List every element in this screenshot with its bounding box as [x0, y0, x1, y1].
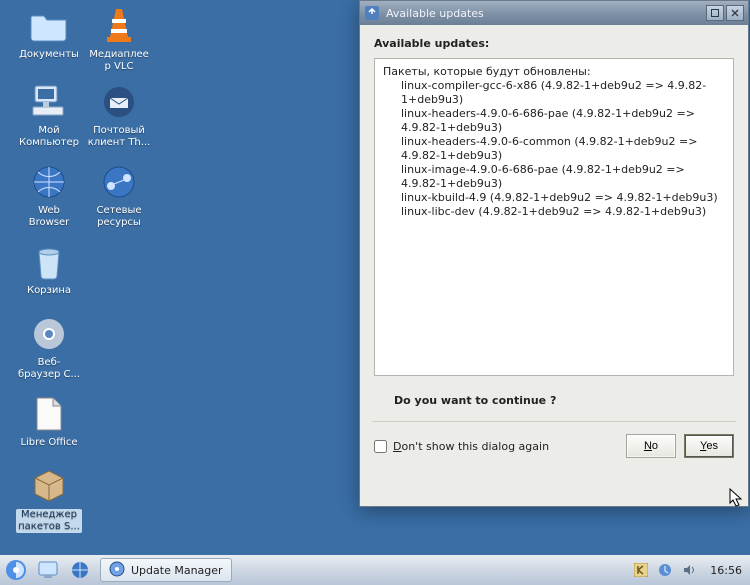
taskbar: Update Manager 16:56: [0, 555, 750, 585]
window-app-icon: [364, 5, 380, 21]
desktop-icon-label: Корзина: [16, 285, 82, 297]
dialog-footer: Don't show this dialog again No Yes: [374, 434, 734, 458]
mail-icon: [99, 82, 139, 122]
yes-button[interactable]: Yes: [684, 434, 734, 458]
chromium-icon: [29, 314, 69, 354]
desktop-icon-label: Веб-браузер С...: [16, 357, 82, 381]
confirm-question: Do you want to continue ?: [394, 394, 734, 407]
taskbar-clock[interactable]: 16:56: [702, 564, 750, 577]
desktop-icon-label: WebBrowser: [16, 205, 82, 229]
tray-updates-icon[interactable]: [656, 561, 674, 579]
package-list-header: Пакеты, которые будут обновлены:: [383, 65, 725, 79]
package-list[interactable]: Пакеты, которые будут обновлены: linux-c…: [374, 58, 734, 376]
taskbar-task-update-manager[interactable]: Update Manager: [100, 558, 232, 582]
disc-icon: [109, 561, 125, 580]
desktop-icon-webbrowser[interactable]: WebBrowser: [16, 162, 82, 229]
window-title: Available updates: [386, 7, 704, 20]
dialog-body: Available updates: Пакеты, которые будут…: [360, 25, 748, 506]
desktop-icon-label: МойКомпьютер: [16, 125, 82, 149]
list-item: linux-kbuild-4.9 (4.9.82-1+deb9u2 => 4.9…: [383, 191, 725, 205]
taskbar-task-label: Update Manager: [131, 564, 223, 577]
list-item: linux-headers-4.9.0-6-common (4.9.82-1+d…: [383, 135, 725, 163]
desktop-icon-libreoffice[interactable]: Libre Office: [16, 394, 82, 449]
dont-show-checkbox[interactable]: [374, 440, 387, 453]
desktop-icon-label: Libre Office: [16, 437, 82, 449]
no-button[interactable]: No: [626, 434, 676, 458]
desktop-icon-label: Документы: [16, 49, 82, 61]
document-icon: [29, 394, 69, 434]
vlc-cone-icon: [99, 6, 139, 46]
network-icon: [99, 162, 139, 202]
list-item: linux-libc-dev (4.9.82-1+deb9u2 => 4.9.8…: [383, 205, 725, 219]
desktop-icon-network[interactable]: Сетевыересурсы: [86, 162, 152, 229]
separator: [372, 421, 736, 422]
desktop-icon-label: Менеджерпакетов S...: [16, 509, 82, 533]
maximize-button[interactable]: [706, 5, 724, 21]
globe-icon: [29, 162, 69, 202]
desktop-icon-label: Почтовыйклиент Th...: [86, 125, 152, 149]
close-button[interactable]: [726, 5, 744, 21]
desktop-icon-pkgmanager[interactable]: Менеджерпакетов S...: [16, 466, 82, 533]
package-icon: [29, 466, 69, 506]
system-tray: [632, 561, 702, 579]
folder-icon: [29, 6, 69, 46]
tray-volume-icon[interactable]: [680, 561, 698, 579]
update-dialog: Available updates Available updates: Пак…: [359, 0, 749, 507]
quick-launch-browser[interactable]: [66, 557, 94, 583]
desktop-icon-label: Сетевыересурсы: [86, 205, 152, 229]
desktop-icon-thunderbird[interactable]: Почтовыйклиент Th...: [86, 82, 152, 149]
show-desktop-button[interactable]: [34, 557, 62, 583]
list-item: linux-image-4.9.0-6-686-pae (4.9.82-1+de…: [383, 163, 725, 191]
dialog-heading: Available updates:: [374, 37, 734, 50]
desktop-icon-vlc[interactable]: Медиаплеер VLC: [86, 6, 152, 73]
dont-show-again[interactable]: Don't show this dialog again: [374, 440, 549, 453]
titlebar[interactable]: Available updates: [360, 1, 748, 25]
desktop-icon-label: Медиаплеер VLC: [86, 49, 152, 73]
dont-show-label[interactable]: Don't show this dialog again: [393, 440, 549, 453]
desktop-icon-mycomputer[interactable]: МойКомпьютер: [16, 82, 82, 149]
desktop-icon-chromium[interactable]: Веб-браузер С...: [16, 314, 82, 381]
tray-kde-icon[interactable]: [632, 561, 650, 579]
trash-icon: [29, 242, 69, 282]
list-item: linux-compiler-gcc-6-x86 (4.9.82-1+deb9u…: [383, 79, 725, 107]
desktop-icon-documents[interactable]: Документы: [16, 6, 82, 61]
desktop-icon-trash[interactable]: Корзина: [16, 242, 82, 297]
computer-icon: [29, 82, 69, 122]
list-item: linux-headers-4.9.0-6-686-pae (4.9.82-1+…: [383, 107, 725, 135]
start-button[interactable]: [2, 557, 30, 583]
